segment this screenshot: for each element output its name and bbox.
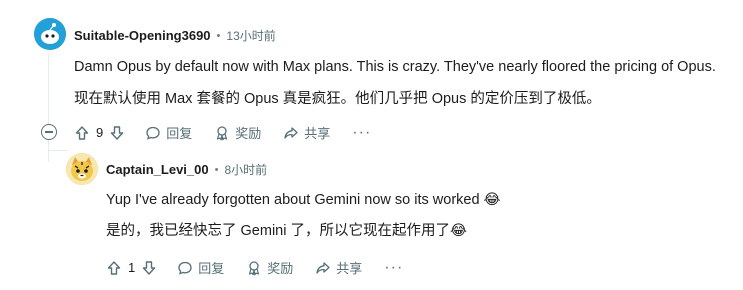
- more-options-button[interactable]: ···: [384, 259, 403, 277]
- award-label: 奖励: [267, 261, 294, 276]
- comment-text-en: Yup I've already forgotten about Gemini …: [106, 192, 501, 208]
- downvote-icon[interactable]: [109, 125, 125, 141]
- comment-text-zh: 是的，我已经快忘了 Gemini 了，所以它现在起作用了😂: [106, 223, 467, 239]
- upvote-icon[interactable]: [74, 125, 90, 141]
- reply-label: 回复: [166, 126, 193, 141]
- award-button[interactable]: 奖励: [246, 258, 293, 277]
- award-label: 奖励: [235, 126, 262, 141]
- collapse-thread-button[interactable]: [41, 124, 57, 140]
- comment-bubble-icon: [178, 261, 192, 275]
- snoo-avatar-icon: [34, 18, 66, 50]
- minus-icon: [45, 131, 53, 133]
- avatar[interactable]: [66, 153, 98, 185]
- share-label: 共享: [304, 126, 331, 141]
- comment-header: Suitable-Opening3690 • 13小时前: [74, 27, 276, 44]
- separator: •: [214, 163, 219, 176]
- avatar[interactable]: [34, 18, 66, 50]
- share-button[interactable]: 共享: [283, 123, 330, 142]
- thread-line: [48, 54, 49, 126]
- comment-bubble-icon: [146, 126, 160, 140]
- award-button[interactable]: 奖励: [214, 123, 261, 142]
- upvote-icon[interactable]: [106, 260, 122, 276]
- vote-group: 9: [74, 125, 125, 141]
- thread-connector: [48, 150, 68, 151]
- comment-text-zh: 现在默认使用 Max 套餐的 Opus 真是疯狂。他们几乎把 Opus 的定价压…: [74, 91, 601, 107]
- timestamp[interactable]: 8小时前: [224, 161, 267, 178]
- award-icon: [249, 260, 260, 275]
- award-icon: [217, 125, 228, 140]
- vote-group: 1: [106, 260, 157, 276]
- reply-label: 回复: [198, 261, 225, 276]
- downvote-icon[interactable]: [141, 260, 157, 276]
- share-icon: [284, 126, 298, 139]
- comment-actions: 1 回复 奖励 共享 ···: [106, 258, 403, 277]
- separator: •: [216, 29, 221, 42]
- share-label: 共享: [336, 261, 363, 276]
- vote-count: 9: [96, 125, 104, 140]
- comment-header: Captain_Levi_00 • 8小时前: [106, 161, 267, 178]
- reply-button[interactable]: 回复: [145, 123, 192, 142]
- vote-count: 1: [128, 260, 136, 275]
- username[interactable]: Suitable-Opening3690: [74, 28, 211, 43]
- more-options-button[interactable]: ···: [352, 124, 371, 142]
- comment-actions: 9 回复 奖励 共享 ···: [74, 123, 371, 142]
- reply-button[interactable]: 回复: [177, 258, 224, 277]
- username[interactable]: Captain_Levi_00: [106, 162, 209, 177]
- thread-line: [48, 140, 49, 162]
- share-icon: [316, 261, 330, 274]
- timestamp[interactable]: 13小时前: [226, 27, 275, 44]
- share-button[interactable]: 共享: [315, 258, 362, 277]
- comment-text-en: Damn Opus by default now with Max plans.…: [74, 59, 716, 75]
- tiger-avatar-icon: [66, 153, 98, 185]
